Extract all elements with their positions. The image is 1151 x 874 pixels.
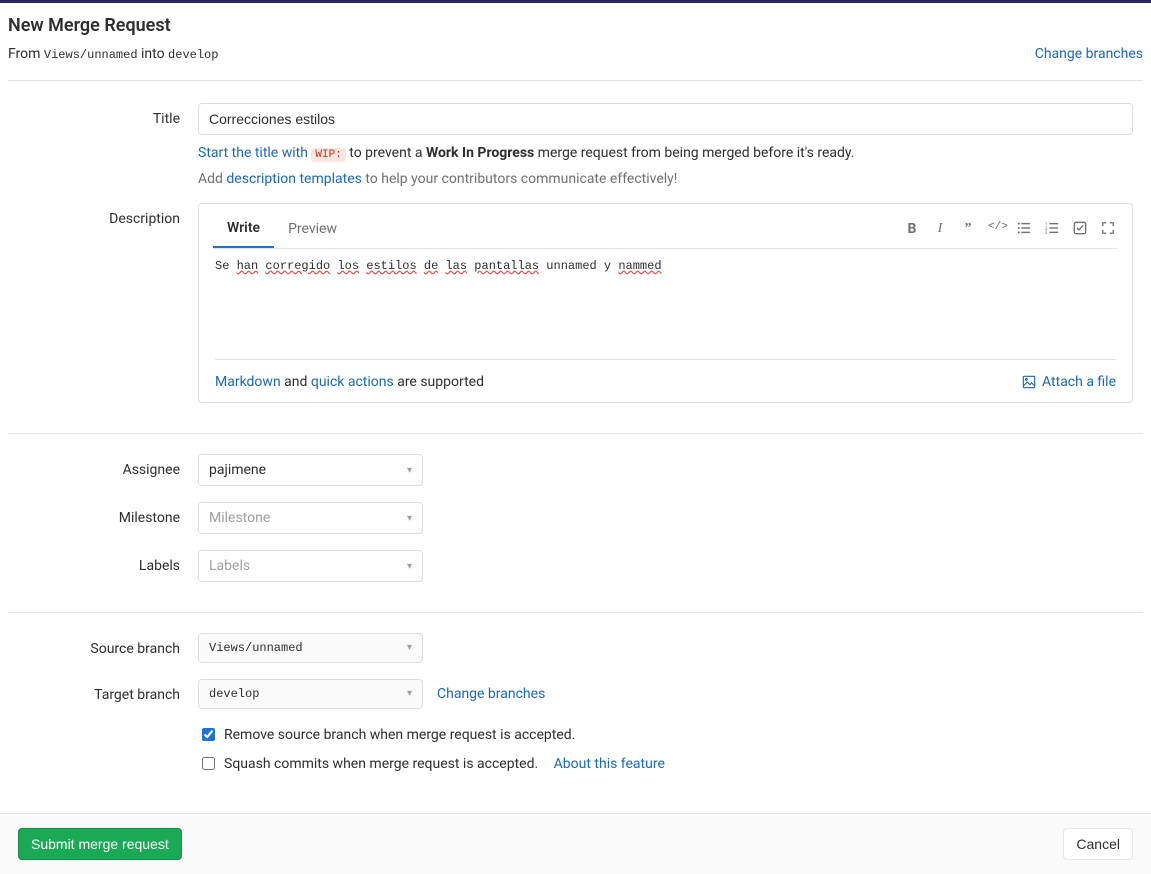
target-branch-label: Target branch	[8, 679, 198, 709]
remove-source-branch-checkbox[interactable]	[202, 728, 215, 741]
markdown-help: Markdown and quick actions are supported	[215, 374, 484, 390]
footer-bar: Submit merge request Cancel	[0, 813, 1151, 874]
italic-icon[interactable]: I	[932, 221, 948, 239]
markdown-link[interactable]: Markdown	[215, 374, 281, 390]
squash-commits-checkbox[interactable]	[202, 757, 215, 770]
change-branches-link[interactable]: Change branches	[1035, 46, 1143, 62]
code-icon[interactable]: </>	[988, 221, 1004, 239]
remove-source-branch-label: Remove source branch when merge request …	[224, 727, 575, 743]
chevron-down-icon: ▾	[407, 513, 412, 524]
attach-file-button[interactable]: Attach a file	[1022, 374, 1116, 390]
markdown-editor: Write Preview B I ” </> 123	[198, 203, 1133, 403]
bulleted-list-icon[interactable]	[1016, 221, 1032, 239]
wip-tag: WIP:	[311, 148, 345, 162]
milestone-dropdown[interactable]: Milestone ▾	[198, 502, 423, 534]
assignee-label: Assignee	[8, 454, 198, 486]
description-textarea[interactable]: Se han corregido los estilos de las pant…	[215, 249, 1116, 359]
change-branches-inline-link[interactable]: Change branches	[437, 686, 545, 702]
wip-hint: Start the title with WIP: to prevent a W…	[198, 145, 1133, 161]
title-input[interactable]	[198, 103, 1133, 135]
branch-summary: From Views/unnamed into develop	[8, 46, 218, 62]
remove-source-branch-row[interactable]: Remove source branch when merge request …	[198, 725, 1133, 744]
bold-icon[interactable]: B	[904, 221, 920, 239]
preview-tab[interactable]: Preview	[274, 213, 351, 247]
chevron-down-icon: ▾	[407, 465, 412, 476]
milestone-label: Milestone	[8, 502, 198, 534]
title-label: Title	[8, 103, 198, 187]
source-branch-dropdown[interactable]: Views/unnamed ▾	[198, 633, 423, 663]
target-branch-inline: develop	[168, 48, 218, 62]
source-branch-inline: Views/unnamed	[44, 48, 138, 62]
image-icon	[1022, 375, 1036, 389]
assignee-dropdown[interactable]: pajimene ▾	[198, 454, 423, 486]
submit-button[interactable]: Submit merge request	[18, 828, 182, 860]
markdown-toolbar: B I ” </> 123	[904, 221, 1118, 239]
about-feature-link[interactable]: About this feature	[554, 756, 665, 772]
write-tab[interactable]: Write	[213, 212, 274, 248]
squash-commits-label: Squash commits when merge request is acc…	[224, 756, 538, 772]
description-label: Description	[8, 203, 198, 403]
quote-icon[interactable]: ”	[960, 221, 976, 239]
svg-text:3: 3	[1045, 231, 1048, 235]
task-list-icon[interactable]	[1072, 221, 1088, 239]
description-templates-link[interactable]: description templates	[226, 171, 361, 187]
branch-summary-row: From Views/unnamed into develop Change b…	[8, 46, 1143, 81]
labels-dropdown[interactable]: Labels ▾	[198, 550, 423, 582]
squash-commits-row[interactable]: Squash commits when merge request is acc…	[198, 754, 1133, 773]
chevron-down-icon: ▾	[407, 688, 412, 700]
cancel-button[interactable]: Cancel	[1063, 828, 1133, 860]
template-hint: Add description templates to help your c…	[198, 171, 1133, 187]
wip-prefix-link[interactable]: Start the title with	[198, 145, 311, 161]
chevron-down-icon: ▾	[407, 561, 412, 572]
separator	[8, 612, 1143, 613]
separator	[8, 433, 1143, 434]
page-title: New Merge Request	[8, 15, 1143, 36]
fullscreen-icon[interactable]	[1100, 221, 1116, 239]
labels-label: Labels	[8, 550, 198, 582]
target-branch-dropdown[interactable]: develop ▾	[198, 679, 423, 709]
source-branch-label: Source branch	[8, 633, 198, 663]
chevron-down-icon: ▾	[407, 642, 412, 654]
numbered-list-icon[interactable]: 123	[1044, 221, 1060, 239]
quick-actions-link[interactable]: quick actions	[311, 374, 394, 390]
